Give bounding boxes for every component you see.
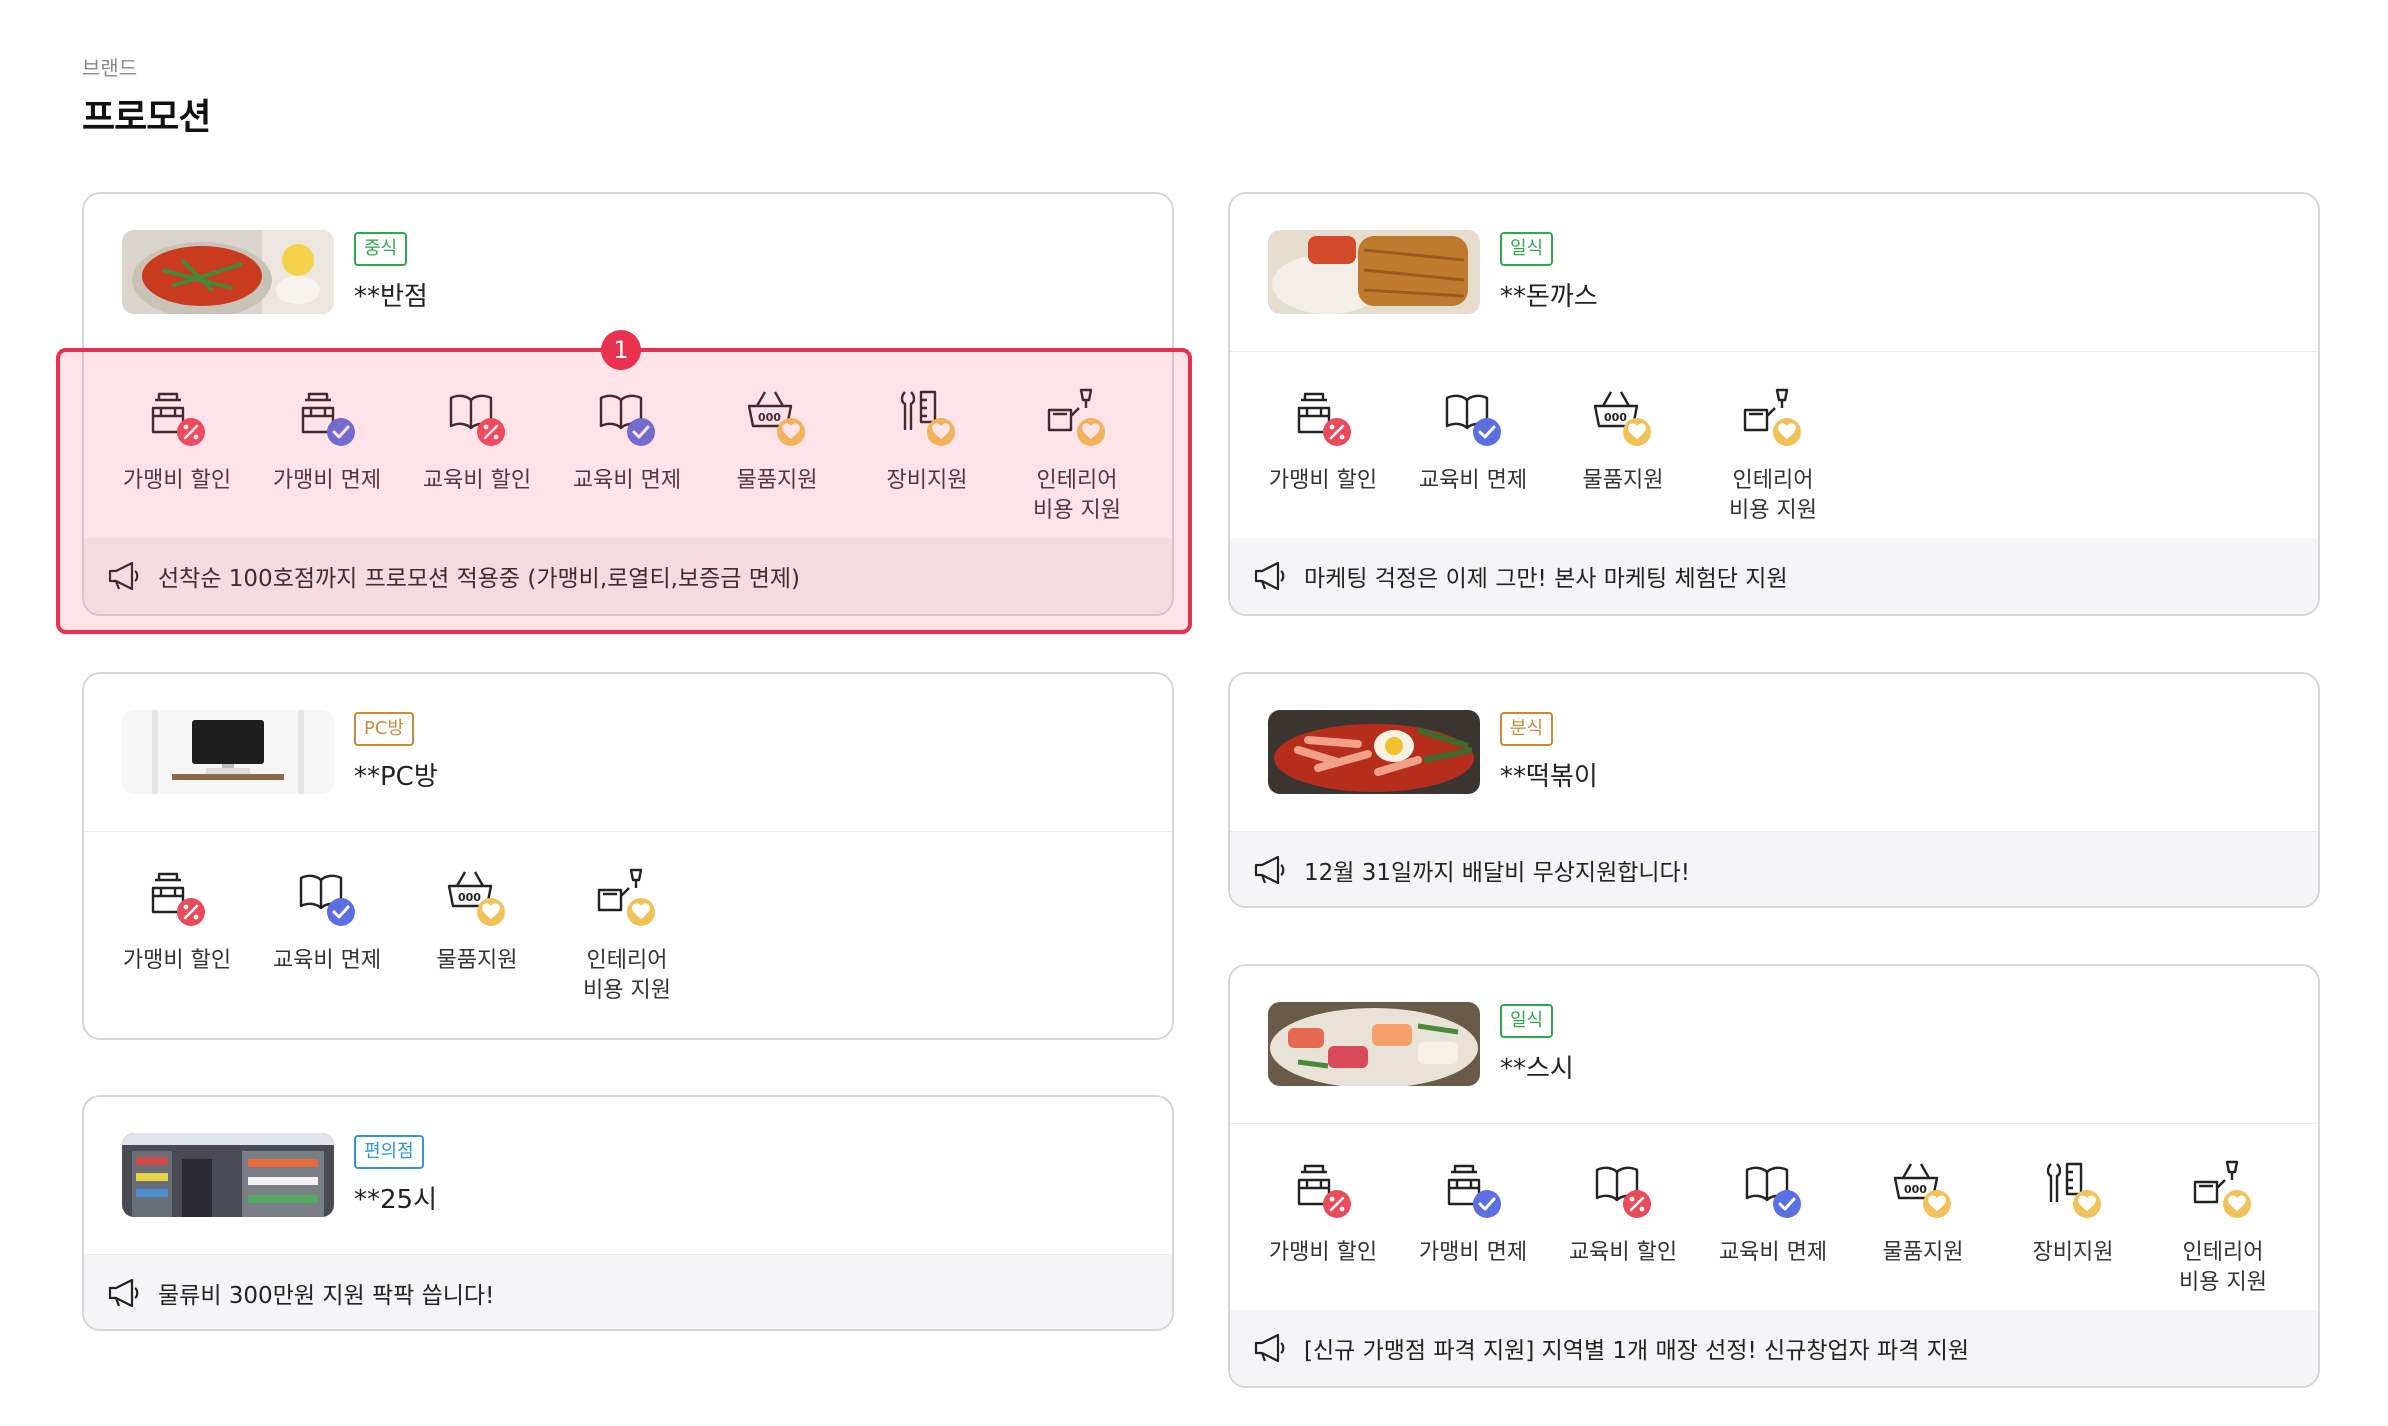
benefit-label: 물품지원 <box>1582 468 1664 493</box>
benefit-franchise-discount: 가맹비 할인 <box>102 866 252 976</box>
interior-support-icon <box>1743 388 1801 446</box>
category-tag: 일식 <box>1500 232 1554 266</box>
shop-name: **돈까스 <box>1500 282 1598 312</box>
benefit-label: 교육비 면제 <box>1418 468 1528 493</box>
benefit-education-discount: 교육비 할인 <box>1548 1158 1698 1268</box>
shop-name: **스시 <box>1500 1054 1574 1084</box>
breadcrumb: 브랜드 <box>82 56 138 80</box>
benefit-interior-support: 인테리어 비용 지원 <box>2148 1158 2298 1298</box>
shop-thumbnail <box>122 230 334 314</box>
goods-support-icon <box>1593 390 1651 446</box>
benefit-franchise-exempt: 가맹비 면제 <box>1398 1158 1548 1268</box>
shop-name: **PC방 <box>354 762 438 792</box>
education-exempt-icon <box>1445 394 1503 448</box>
franchise-discount-icon <box>1297 392 1353 448</box>
benefit-label: 가맹비 면제 <box>1418 1240 1528 1265</box>
card-header: 분식 **떡볶이 <box>1230 674 2318 832</box>
benefit-label: 가맹비 할인 <box>1268 468 1378 493</box>
promo-notice: 12월 31일까지 배달비 무상지원합니다! <box>1230 832 2318 906</box>
education-discount-icon <box>1595 1166 1653 1220</box>
category-tag: 분식 <box>1500 712 1554 746</box>
franchise-exempt-icon <box>1447 1164 1503 1220</box>
benefit-label: 교육비 할인 <box>1568 1240 1678 1265</box>
benefit-education-exempt: 교육비 면제 <box>252 866 402 976</box>
shop-name: **반점 <box>354 282 428 312</box>
goods-support-icon <box>1893 1162 1951 1218</box>
promo-notice: 마케팅 걱정은 이제 그만! 본사 마케팅 체험단 지원 <box>1230 538 2318 614</box>
category-tag: 중식 <box>354 232 408 266</box>
page-title: 프로모션 <box>82 97 211 138</box>
equipment-support-icon <box>2046 1162 2101 1218</box>
card-header: 편의점 **25시 <box>84 1097 1172 1255</box>
benefit-franchise-discount: 가맹비 할인 <box>1248 1158 1398 1268</box>
promo-card-tonkatsu[interactable]: 일식 **돈까스 가맹비 할인 교육비 면제 물품지원 인테리어 비용 지원 마… <box>1228 192 2320 616</box>
benefit-label: 인테리어 비용 지원 <box>583 948 671 1003</box>
benefit-label: 장비지원 <box>2032 1240 2114 1265</box>
franchise-discount-icon <box>151 872 207 928</box>
card-header: 일식 **스시 <box>1230 966 2318 1124</box>
benefit-education-exempt: 교육비 면제 <box>1398 386 1548 496</box>
notice-text: 마케팅 걱정은 이제 그만! 본사 마케팅 체험단 지원 <box>1304 566 1788 592</box>
promo-card-convenience[interactable]: 편의점 **25시 물류비 300만원 지원 팍팍 씁니다! <box>82 1095 1174 1331</box>
promo-notice: [신규 가맹점 파격 지원] 지역별 1개 매장 선정! 신규창업자 파격 지원 <box>1230 1310 2318 1386</box>
card-header: PC방 **PC방 <box>84 674 1172 832</box>
annotation-badge: 1 <box>601 330 641 370</box>
benefit-label: 가맹비 할인 <box>1268 1240 1378 1265</box>
benefit-label: 인테리어 비용 지원 <box>1729 468 1817 523</box>
megaphone-icon <box>1254 855 1285 885</box>
shop-name: **떡볶이 <box>1500 762 1598 792</box>
promo-notice: 물류비 300만원 지원 팍팍 씁니다! <box>84 1255 1172 1329</box>
category-tag: PC방 <box>354 712 414 746</box>
megaphone-icon <box>1254 561 1285 591</box>
shop-thumbnail <box>122 1133 334 1217</box>
benefit-goods-support: 물품지원 <box>1848 1158 1998 1268</box>
benefit-list: 가맹비 할인 교육비 면제 물품지원 인테리어 비용 지원 <box>1230 352 2318 538</box>
card-header: 일식 **돈까스 <box>1230 194 2318 352</box>
interior-support-icon <box>2193 1160 2251 1218</box>
benefit-interior-support: 인테리어 비용 지원 <box>1698 386 1848 526</box>
shop-thumbnail <box>1268 1002 1480 1086</box>
benefit-goods-support: 물품지원 <box>402 866 552 976</box>
franchise-discount-icon <box>1297 1164 1353 1220</box>
category-tag: 일식 <box>1500 1004 1554 1038</box>
megaphone-icon <box>108 1278 139 1308</box>
benefit-label: 가맹비 할인 <box>122 948 232 973</box>
benefit-list: 가맹비 할인 교육비 면제 물품지원 인테리어 비용 지원 <box>84 832 1172 1018</box>
benefit-label: 교육비 면제 <box>272 948 382 973</box>
benefit-franchise-discount: 가맹비 할인 <box>1248 386 1398 496</box>
shop-thumbnail <box>1268 710 1480 794</box>
benefit-interior-support: 인테리어 비용 지원 <box>552 866 702 1006</box>
megaphone-icon <box>1254 1333 1285 1363</box>
promo-card-sushi[interactable]: 일식 **스시 가맹비 할인 가맹비 면제 교육비 할인 교육비 면제 물품지원… <box>1228 964 2320 1388</box>
benefit-equipment-support: 장비지원 <box>1998 1158 2148 1268</box>
benefit-label: 인테리어 비용 지원 <box>2179 1240 2267 1295</box>
benefit-label: 물품지원 <box>436 948 518 973</box>
benefit-label: 물품지원 <box>1882 1240 1964 1265</box>
goods-support-icon <box>447 870 505 926</box>
annotation-highlight <box>56 348 1192 634</box>
benefit-label: 교육비 면제 <box>1718 1240 1828 1265</box>
category-tag: 편의점 <box>354 1135 424 1169</box>
shop-thumbnail <box>122 710 334 794</box>
education-exempt-icon <box>1745 1166 1803 1220</box>
card-header: 중식 **반점 <box>84 194 1172 352</box>
benefit-goods-support: 물품지원 <box>1548 386 1698 496</box>
interior-support-icon <box>597 868 655 926</box>
notice-text: 12월 31일까지 배달비 무상지원합니다! <box>1304 860 1690 886</box>
promo-card-tteokbokki[interactable]: 분식 **떡볶이 12월 31일까지 배달비 무상지원합니다! <box>1228 672 2320 908</box>
promo-card-pcbang[interactable]: PC방 **PC방 가맹비 할인 교육비 면제 물품지원 인테리어 비용 지원 <box>82 672 1174 1040</box>
notice-text: [신규 가맹점 파격 지원] 지역별 1개 매장 선정! 신규창업자 파격 지원 <box>1304 1338 1970 1364</box>
benefit-education-exempt: 교육비 면제 <box>1698 1158 1848 1268</box>
education-exempt-icon <box>299 874 357 928</box>
notice-text: 물류비 300만원 지원 팍팍 씁니다! <box>158 1283 495 1309</box>
shop-name: **25시 <box>354 1185 438 1215</box>
benefit-list: 가맹비 할인 가맹비 면제 교육비 할인 교육비 면제 물품지원 장비지원 인테… <box>1230 1124 2318 1310</box>
shop-thumbnail <box>1268 230 1480 314</box>
